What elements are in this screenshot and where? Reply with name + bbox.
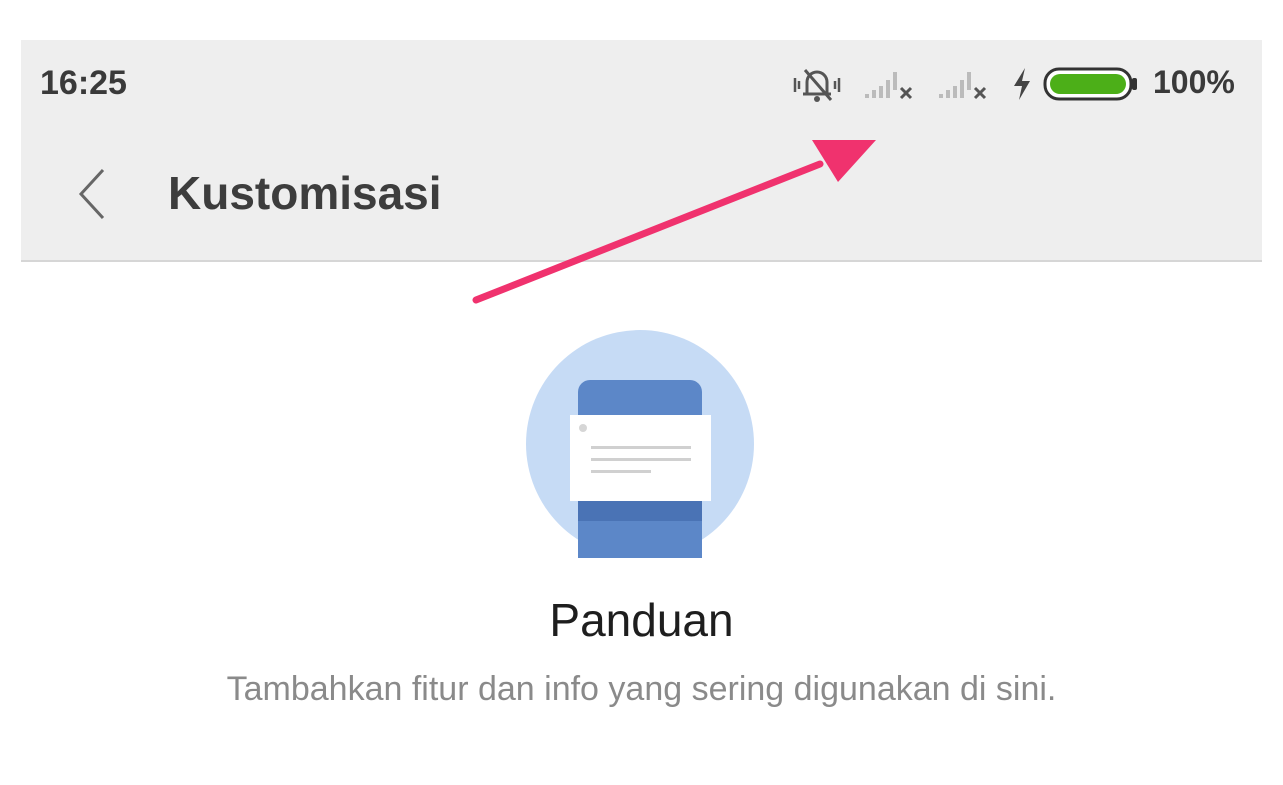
page-title: Kustomisasi bbox=[168, 167, 442, 219]
no-signal-sim1-icon bbox=[865, 72, 913, 100]
status-bar: 16:25 100% bbox=[21, 40, 1262, 128]
charging-bolt-icon bbox=[1014, 68, 1030, 100]
chevron-left-icon bbox=[78, 168, 105, 220]
phone-screen: 16:25 100% Kustomisasi Panduan Tambahkan… bbox=[21, 40, 1262, 785]
status-time: 16:25 bbox=[40, 64, 127, 102]
guide-heading: Panduan bbox=[549, 594, 734, 646]
no-signal-sim2-icon bbox=[939, 72, 987, 100]
guide-card-icon bbox=[526, 330, 754, 558]
battery-percentage: 100% bbox=[1153, 64, 1235, 100]
battery-icon bbox=[1043, 67, 1137, 101]
vibrate-off-icon bbox=[793, 69, 841, 102]
back-button[interactable] bbox=[67, 164, 127, 224]
app-bar: Kustomisasi bbox=[21, 128, 1262, 262]
guide-description: Tambahkan fitur dan info yang sering dig… bbox=[226, 670, 1057, 708]
